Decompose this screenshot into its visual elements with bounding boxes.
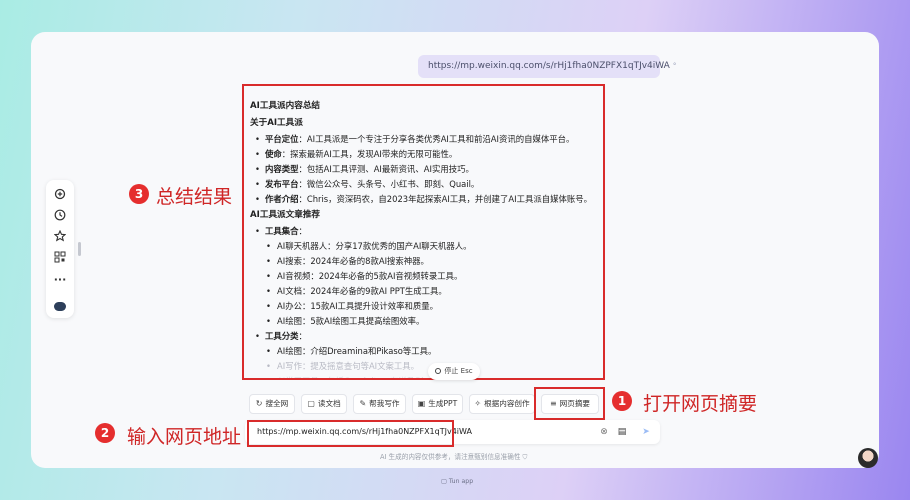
- tools-class-list: AI绘图：介绍Dreamina和Pikaso等工具。 AI写作：提及摇意查句等A…: [250, 344, 602, 378]
- qr-code-icon[interactable]: [52, 251, 68, 267]
- scroll-handle[interactable]: [78, 242, 81, 256]
- list-item: 平台定位：AI工具派是一个专注于分享各类优秀AI工具和前沿AI资讯的自媒体平台。: [250, 132, 602, 147]
- avatar-icon[interactable]: [54, 302, 66, 311]
- list-item: 使命：探索最新AI工具，发现AI带来的无限可能性。: [250, 147, 602, 162]
- list-item: AI音视频：2024年必备的5款AI音视频转录工具。: [250, 269, 602, 284]
- about-heading: 关于AI工具派: [250, 118, 303, 128]
- user-message-bubble: https://mp.weixin.qq.com/s/rHj1fha0NZPFX…: [418, 55, 676, 78]
- list-item: AI搜索：2024年必备的8款AI搜索神器。: [250, 254, 602, 269]
- search-web-icon: ↻: [255, 399, 263, 408]
- list-item: AI绘图：5款AI绘图工具提高绘图效率。: [250, 314, 602, 329]
- step2-badge: 2: [95, 423, 115, 443]
- step3-note: 总结结果: [156, 186, 233, 208]
- stop-button[interactable]: 停止 Esc: [428, 363, 480, 380]
- stop-icon: [435, 368, 442, 374]
- step2-note: 输入网页地址: [127, 426, 242, 448]
- list-item: AI文档：2024年必备的9款AI PPT生成工具。: [250, 284, 602, 299]
- file-icon[interactable]: ▤: [616, 425, 628, 439]
- list-item: 内容类型：包括AI工具评测、AI最新资讯、AI实用技巧。: [250, 162, 602, 177]
- list-item: 发布平台：微信公众号、头条号、小红书、即刻、Quail。: [250, 177, 602, 192]
- read-doc-button[interactable]: ▢ 读文档: [301, 394, 347, 414]
- step1-badge: 1: [612, 391, 632, 411]
- articles-heading: AI工具派文章推荐: [250, 210, 321, 220]
- search-web-button[interactable]: ↻ 搜全网: [249, 394, 295, 414]
- web-summary-highlight: [534, 387, 605, 420]
- star-icon[interactable]: [52, 229, 68, 246]
- new-chat-icon[interactable]: [52, 188, 68, 204]
- tools-class-header: 工具分类：: [250, 329, 602, 344]
- stop-label: 停止 Esc: [444, 367, 473, 375]
- create-from-content-button[interactable]: ✧ 根据内容创作: [469, 394, 535, 414]
- side-toolbar: ···: [46, 180, 74, 318]
- disclaimer: AI 生成的内容仅供参考，请注意甄别信息准确性 ⛉: [380, 453, 528, 461]
- about-list: 平台定位：AI工具派是一个专注于分享各类优秀AI工具和前沿AI资讯的自媒体平台。…: [250, 132, 602, 207]
- ppt-icon: ▣: [417, 399, 426, 408]
- summary-result: AI工具派内容总结 关于AI工具派 平台定位：AI工具派是一个专注于分享各类优秀…: [242, 84, 605, 380]
- shield-icon: ⛉: [522, 453, 528, 461]
- step3-badge: 3: [129, 184, 149, 204]
- document-icon: ▢: [307, 399, 315, 408]
- clear-icon[interactable]: ⊗: [598, 425, 610, 439]
- message-status-icon: °: [672, 62, 677, 70]
- articles-list: 工具集合：: [250, 224, 602, 239]
- sparkle-icon: ✧: [474, 399, 482, 408]
- history-icon[interactable]: [52, 209, 68, 225]
- list-item: 工具分类：: [250, 329, 602, 344]
- generate-ppt-button[interactable]: ▣ 生成PPT: [412, 394, 463, 414]
- more-icon[interactable]: ···: [52, 272, 68, 288]
- app-logo-icon: ▢: [441, 478, 447, 485]
- user-avatar[interactable]: [858, 448, 878, 468]
- list-item: 工具集合：: [250, 224, 602, 239]
- tools-set-list: AI聊天机器人：分享17款优秀的国产AI聊天机器人。 AI搜索：2024年必备的…: [250, 239, 602, 329]
- summary-title: AI工具派内容总结: [250, 101, 321, 111]
- list-item: AI绘图：介绍Dreamina和Pikaso等工具。: [250, 344, 602, 359]
- list-item: AI写作：提及摇意查句等AI文案工具。: [250, 359, 602, 374]
- pen-icon: ✎: [359, 399, 367, 408]
- help-write-button[interactable]: ✎ 帮我写作: [353, 394, 406, 414]
- user-message-text: https://mp.weixin.qq.com/s/rHj1fha0NZPFX…: [428, 61, 670, 71]
- send-icon[interactable]: ➤: [640, 425, 652, 439]
- step1-note: 打开网页摘要: [643, 393, 758, 415]
- list-item: 作者介绍：Chris，资深码农，自2023年起探索AI工具，并创建了AI工具派自…: [250, 192, 602, 207]
- list-item: AI办公：15款AI工具提升设计效率和质量。: [250, 299, 602, 314]
- list-item: AI学习工具：包括Geminity、有道及Bluesper等工具。: [250, 374, 602, 378]
- list-item: AI聊天机器人：分享17款优秀的国产AI聊天机器人。: [250, 239, 602, 254]
- url-input-highlight: [247, 420, 454, 447]
- brand-label: ▢ Tun app: [441, 478, 474, 485]
